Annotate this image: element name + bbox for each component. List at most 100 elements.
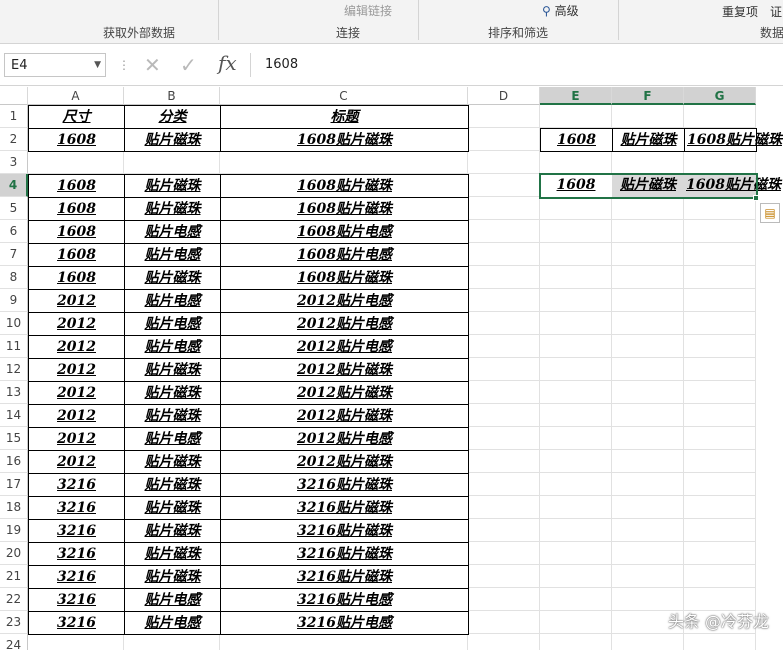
- table-cell[interactable]: 3216贴片磁珠: [220, 565, 469, 589]
- row-header-24[interactable]: 24: [0, 634, 28, 650]
- empty-cell[interactable]: [468, 312, 540, 335]
- empty-cell[interactable]: [684, 289, 756, 312]
- table-cell[interactable]: 1608贴片磁珠: [220, 266, 469, 290]
- empty-cell[interactable]: [684, 542, 756, 565]
- table-cell[interactable]: 贴片磁珠: [124, 519, 221, 543]
- table-cell[interactable]: 1608贴片电感: [220, 220, 469, 244]
- table-cell[interactable]: 1608: [28, 197, 125, 221]
- empty-cell[interactable]: [468, 496, 540, 519]
- edit-links-button[interactable]: 编辑链接: [344, 2, 392, 19]
- empty-cell[interactable]: [684, 197, 756, 220]
- cancel-icon[interactable]: ✕: [144, 53, 161, 77]
- empty-cell[interactable]: [468, 128, 540, 151]
- table-cell[interactable]: 3216: [28, 588, 125, 612]
- table-cell[interactable]: 2012: [28, 381, 125, 405]
- table-header-cell[interactable]: 分类: [124, 105, 221, 129]
- row-header-9[interactable]: 9: [0, 289, 28, 312]
- table-cell[interactable]: 1608贴片磁珠: [220, 128, 469, 152]
- empty-cell[interactable]: [220, 151, 468, 174]
- empty-cell[interactable]: [124, 151, 220, 174]
- empty-cell[interactable]: [540, 565, 612, 588]
- table-cell[interactable]: 2012: [28, 312, 125, 336]
- empty-cell[interactable]: [612, 105, 684, 128]
- name-box[interactable]: E4 ▼: [4, 53, 106, 77]
- empty-cell[interactable]: [220, 634, 468, 650]
- empty-cell[interactable]: [684, 220, 756, 243]
- row-header-13[interactable]: 13: [0, 381, 28, 404]
- empty-cell[interactable]: [612, 358, 684, 381]
- empty-cell[interactable]: [468, 611, 540, 634]
- empty-cell[interactable]: [684, 358, 756, 381]
- empty-cell[interactable]: [612, 542, 684, 565]
- empty-cell[interactable]: [540, 519, 612, 542]
- empty-cell[interactable]: [612, 519, 684, 542]
- table-cell[interactable]: 1608: [28, 174, 125, 198]
- empty-cell[interactable]: [684, 381, 756, 404]
- empty-cell[interactable]: [612, 266, 684, 289]
- cell-f4[interactable]: 贴片磁珠: [612, 174, 685, 198]
- row-header-4[interactable]: 4: [0, 174, 28, 197]
- empty-cell[interactable]: [684, 427, 756, 450]
- empty-cell[interactable]: [612, 220, 684, 243]
- table-cell[interactable]: 2012贴片电感: [220, 427, 469, 451]
- flash-fill-options-icon[interactable]: ▤: [760, 203, 780, 223]
- table-cell[interactable]: 贴片磁珠: [124, 496, 221, 520]
- row-header-22[interactable]: 22: [0, 588, 28, 611]
- enter-icon[interactable]: ✓: [180, 53, 197, 77]
- empty-cell[interactable]: [468, 266, 540, 289]
- table-cell[interactable]: 2012: [28, 404, 125, 428]
- table-cell[interactable]: 3216贴片电感: [220, 611, 469, 635]
- empty-cell[interactable]: [468, 473, 540, 496]
- empty-cell[interactable]: [612, 427, 684, 450]
- select-all-corner[interactable]: [0, 87, 28, 105]
- empty-cell[interactable]: [540, 588, 612, 611]
- table-cell[interactable]: 贴片电感: [124, 427, 221, 451]
- empty-cell[interactable]: [540, 542, 612, 565]
- table-cell[interactable]: 3216: [28, 565, 125, 589]
- empty-cell[interactable]: [684, 565, 756, 588]
- empty-cell[interactable]: [540, 381, 612, 404]
- empty-cell[interactable]: [684, 105, 756, 128]
- empty-cell[interactable]: [540, 105, 612, 128]
- table-cell[interactable]: 贴片磁珠: [124, 174, 221, 198]
- data-validation-button[interactable]: 证: [770, 3, 782, 20]
- empty-cell[interactable]: [540, 634, 612, 650]
- column-header-d[interactable]: D: [468, 87, 540, 105]
- empty-cell[interactable]: [468, 358, 540, 381]
- table-cell[interactable]: 1608贴片电感: [220, 243, 469, 267]
- formula-input[interactable]: 1608: [250, 53, 783, 77]
- row-header-2[interactable]: 2: [0, 128, 28, 151]
- empty-cell[interactable]: [684, 243, 756, 266]
- cell-f2[interactable]: 贴片磁珠: [612, 128, 685, 152]
- table-cell[interactable]: 贴片磁珠: [124, 358, 221, 382]
- table-cell[interactable]: 2012: [28, 358, 125, 382]
- table-cell[interactable]: 贴片磁珠: [124, 404, 221, 428]
- table-cell[interactable]: 2012: [28, 335, 125, 359]
- empty-cell[interactable]: [468, 404, 540, 427]
- empty-cell[interactable]: [468, 634, 540, 650]
- row-header-10[interactable]: 10: [0, 312, 28, 335]
- empty-cell[interactable]: [540, 312, 612, 335]
- row-header-16[interactable]: 16: [0, 450, 28, 473]
- empty-cell[interactable]: [684, 473, 756, 496]
- table-cell[interactable]: 2012贴片磁珠: [220, 358, 469, 382]
- empty-cell[interactable]: [540, 243, 612, 266]
- empty-cell[interactable]: [540, 427, 612, 450]
- empty-cell[interactable]: [468, 174, 540, 197]
- empty-cell[interactable]: [612, 404, 684, 427]
- empty-cell[interactable]: [684, 450, 756, 473]
- empty-cell[interactable]: [612, 381, 684, 404]
- empty-cell[interactable]: [468, 220, 540, 243]
- table-cell[interactable]: 3216贴片磁珠: [220, 542, 469, 566]
- table-cell[interactable]: 贴片电感: [124, 289, 221, 313]
- empty-cell[interactable]: [468, 381, 540, 404]
- table-cell[interactable]: 贴片磁珠: [124, 450, 221, 474]
- empty-cell[interactable]: [468, 450, 540, 473]
- empty-cell[interactable]: [28, 634, 124, 650]
- table-cell[interactable]: 贴片电感: [124, 312, 221, 336]
- empty-cell[interactable]: [468, 289, 540, 312]
- table-cell[interactable]: 3216贴片磁珠: [220, 496, 469, 520]
- table-cell[interactable]: 贴片磁珠: [124, 197, 221, 221]
- empty-cell[interactable]: [540, 450, 612, 473]
- empty-cell[interactable]: [684, 404, 756, 427]
